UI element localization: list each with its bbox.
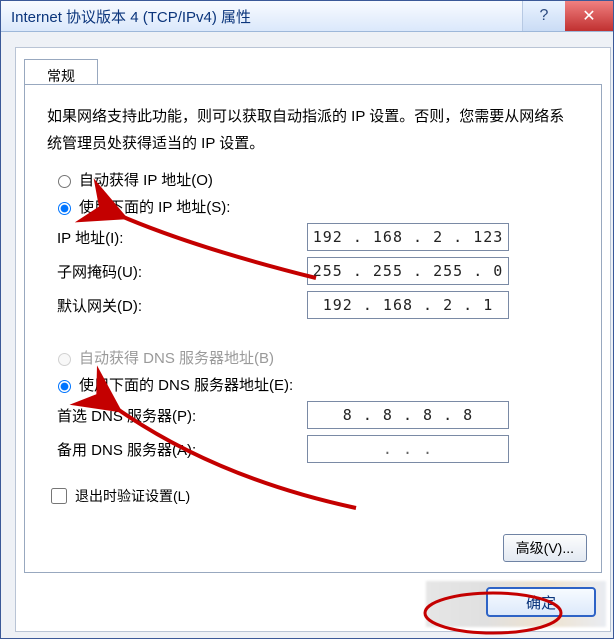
advanced-button[interactable]: 高级(V)... [503,534,587,562]
dialog-window: Internet 协议版本 4 (TCP/IPv4) 属性 ? ✕ 常规 如果网… [0,0,614,639]
client-area: 常规 如果网络支持此功能，则可以获取自动指派的 IP 设置。否则，您需要从网络系… [15,47,611,632]
alt-dns-field[interactable]: . . . [307,435,509,463]
gw-label: 默认网关(D): [57,295,307,316]
pref-dns-field[interactable]: 8 . 8 . 8 . 8 [307,401,509,429]
window-title: Internet 协议版本 4 (TCP/IPv4) 属性 [11,6,522,27]
validate-row: 退出时验证设置(L) [47,485,579,507]
ip-label: IP 地址(I): [57,227,307,248]
tab-page: 如果网络支持此功能，则可以获取自动指派的 IP 设置。否则，您需要从网络系统管理… [24,84,602,573]
ok-button[interactable]: 确定 [486,587,596,617]
row-mask: 子网掩码(U): 255 . 255 . 255 . 0 [57,257,579,285]
mask-label: 子网掩码(U): [57,261,307,282]
radio-auto-ip[interactable]: 自动获得 IP 地址(O) [53,169,579,190]
dns-rows: 首选 DNS 服务器(P): 8 . 8 . 8 . 8 备用 DNS 服务器(… [57,401,579,463]
validate-label: 退出时验证设置(L) [75,486,190,506]
radio-manual-ip-label: 使用下面的 IP 地址(S): [79,196,230,217]
help-button[interactable]: ? [522,1,565,31]
ip-rows: IP 地址(I): 192 . 168 . 2 . 123 子网掩码(U): 2… [57,223,579,319]
row-alt-dns: 备用 DNS 服务器(A): . . . [57,435,579,463]
radio-auto-ip-label: 自动获得 IP 地址(O) [79,169,213,190]
button-row: 确定 [486,587,596,617]
ip-field[interactable]: 192 . 168 . 2 . 123 [307,223,509,251]
alt-dns-label: 备用 DNS 服务器(A): [57,439,307,460]
radio-manual-dns-input[interactable] [58,380,71,393]
radio-manual-dns-label: 使用下面的 DNS 服务器地址(E): [79,374,293,395]
row-pref-dns: 首选 DNS 服务器(P): 8 . 8 . 8 . 8 [57,401,579,429]
pref-dns-label: 首选 DNS 服务器(P): [57,405,307,426]
radio-manual-ip-input[interactable] [58,202,71,215]
row-gw: 默认网关(D): 192 . 168 . 2 . 1 [57,291,579,319]
radio-auto-ip-input[interactable] [58,175,71,188]
radio-manual-ip[interactable]: 使用下面的 IP 地址(S): [53,196,579,217]
titlebar-buttons: ? ✕ [522,1,613,31]
row-ip: IP 地址(I): 192 . 168 . 2 . 123 [57,223,579,251]
radio-manual-dns[interactable]: 使用下面的 DNS 服务器地址(E): [53,374,579,395]
title-bar: Internet 协议版本 4 (TCP/IPv4) 属性 ? ✕ [1,1,613,32]
mask-field[interactable]: 255 . 255 . 255 . 0 [307,257,509,285]
radio-auto-dns-label: 自动获得 DNS 服务器地址(B) [79,347,274,368]
validate-checkbox[interactable] [51,488,67,504]
close-button[interactable]: ✕ [565,1,613,31]
description-text: 如果网络支持此功能，则可以获取自动指派的 IP 设置。否则，您需要从网络系统管理… [47,103,579,157]
radio-auto-dns-input [58,353,71,366]
gw-field[interactable]: 192 . 168 . 2 . 1 [307,291,509,319]
radio-auto-dns: 自动获得 DNS 服务器地址(B) [53,347,579,368]
